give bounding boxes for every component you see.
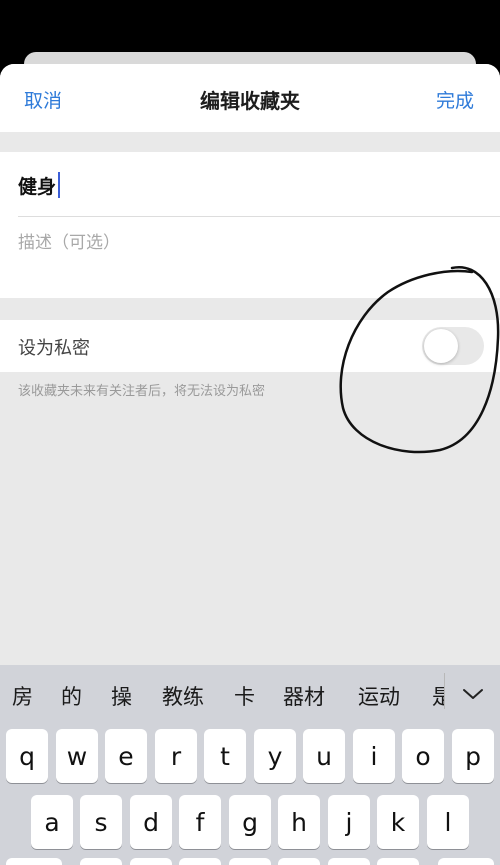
form-divider: [18, 216, 500, 217]
key[interactable]: i: [353, 729, 395, 783]
done-button[interactable]: 完成: [436, 86, 474, 113]
candidate-item[interactable]: 的: [61, 681, 82, 711]
text-caret: [58, 172, 61, 198]
key[interactable]: a: [31, 795, 73, 849]
key[interactable]: t: [204, 729, 246, 783]
key[interactable]: [377, 858, 419, 865]
name-input-value: 健身: [18, 175, 57, 198]
page-title: 编辑收藏夹: [200, 89, 300, 113]
key[interactable]: d: [130, 795, 172, 849]
navigation-bar: 取消 编辑收藏夹 完成: [0, 64, 500, 132]
candidate-item[interactable]: 器材: [283, 681, 325, 711]
key[interactable]: u: [303, 729, 345, 783]
key[interactable]: k: [377, 795, 419, 849]
key[interactable]: j: [328, 795, 370, 849]
name-input[interactable]: 健身: [18, 170, 61, 200]
shift-key[interactable]: [6, 858, 62, 865]
key[interactable]: l: [427, 795, 469, 849]
candidate-item[interactable]: 房: [12, 681, 33, 711]
key[interactable]: [328, 858, 370, 865]
key[interactable]: [80, 858, 122, 865]
candidate-item[interactable]: 操: [111, 681, 132, 711]
private-setting-row: 设为私密: [0, 320, 500, 372]
key[interactable]: g: [229, 795, 271, 849]
key[interactable]: q: [6, 729, 48, 783]
key[interactable]: [130, 858, 172, 865]
candidate-item[interactable]: 卡: [234, 681, 255, 711]
private-hint: 该收藏夹未来有关注者后，将无法设为私密: [18, 384, 266, 399]
key[interactable]: [179, 858, 221, 865]
candidate-divider: [444, 673, 445, 709]
key[interactable]: h: [278, 795, 320, 849]
toggle-knob: [424, 329, 458, 363]
candidate-item[interactable]: 运动: [358, 681, 400, 711]
candidate-bar: 房 的 操 教练 卡 器材 运动 是: [0, 665, 500, 723]
private-label: 设为私密: [18, 338, 90, 359]
keyboard: 房 的 操 教练 卡 器材 运动 是 q w e r t y u i o p a…: [0, 665, 500, 865]
private-toggle[interactable]: [422, 327, 484, 365]
collection-form: 健身 描述（可选）: [0, 152, 500, 298]
key[interactable]: r: [155, 729, 197, 783]
key[interactable]: [229, 858, 271, 865]
description-input[interactable]: 描述（可选）: [18, 228, 120, 253]
key[interactable]: s: [80, 795, 122, 849]
key[interactable]: o: [402, 729, 444, 783]
candidate-item[interactable]: 是: [432, 681, 444, 711]
key[interactable]: [278, 858, 320, 865]
key[interactable]: p: [452, 729, 494, 783]
key[interactable]: e: [105, 729, 147, 783]
key[interactable]: w: [56, 729, 98, 783]
key[interactable]: f: [179, 795, 221, 849]
key[interactable]: y: [254, 729, 296, 783]
chevron-down-icon[interactable]: [458, 679, 488, 709]
candidate-item[interactable]: 教练: [162, 681, 204, 711]
delete-key[interactable]: [438, 858, 494, 865]
